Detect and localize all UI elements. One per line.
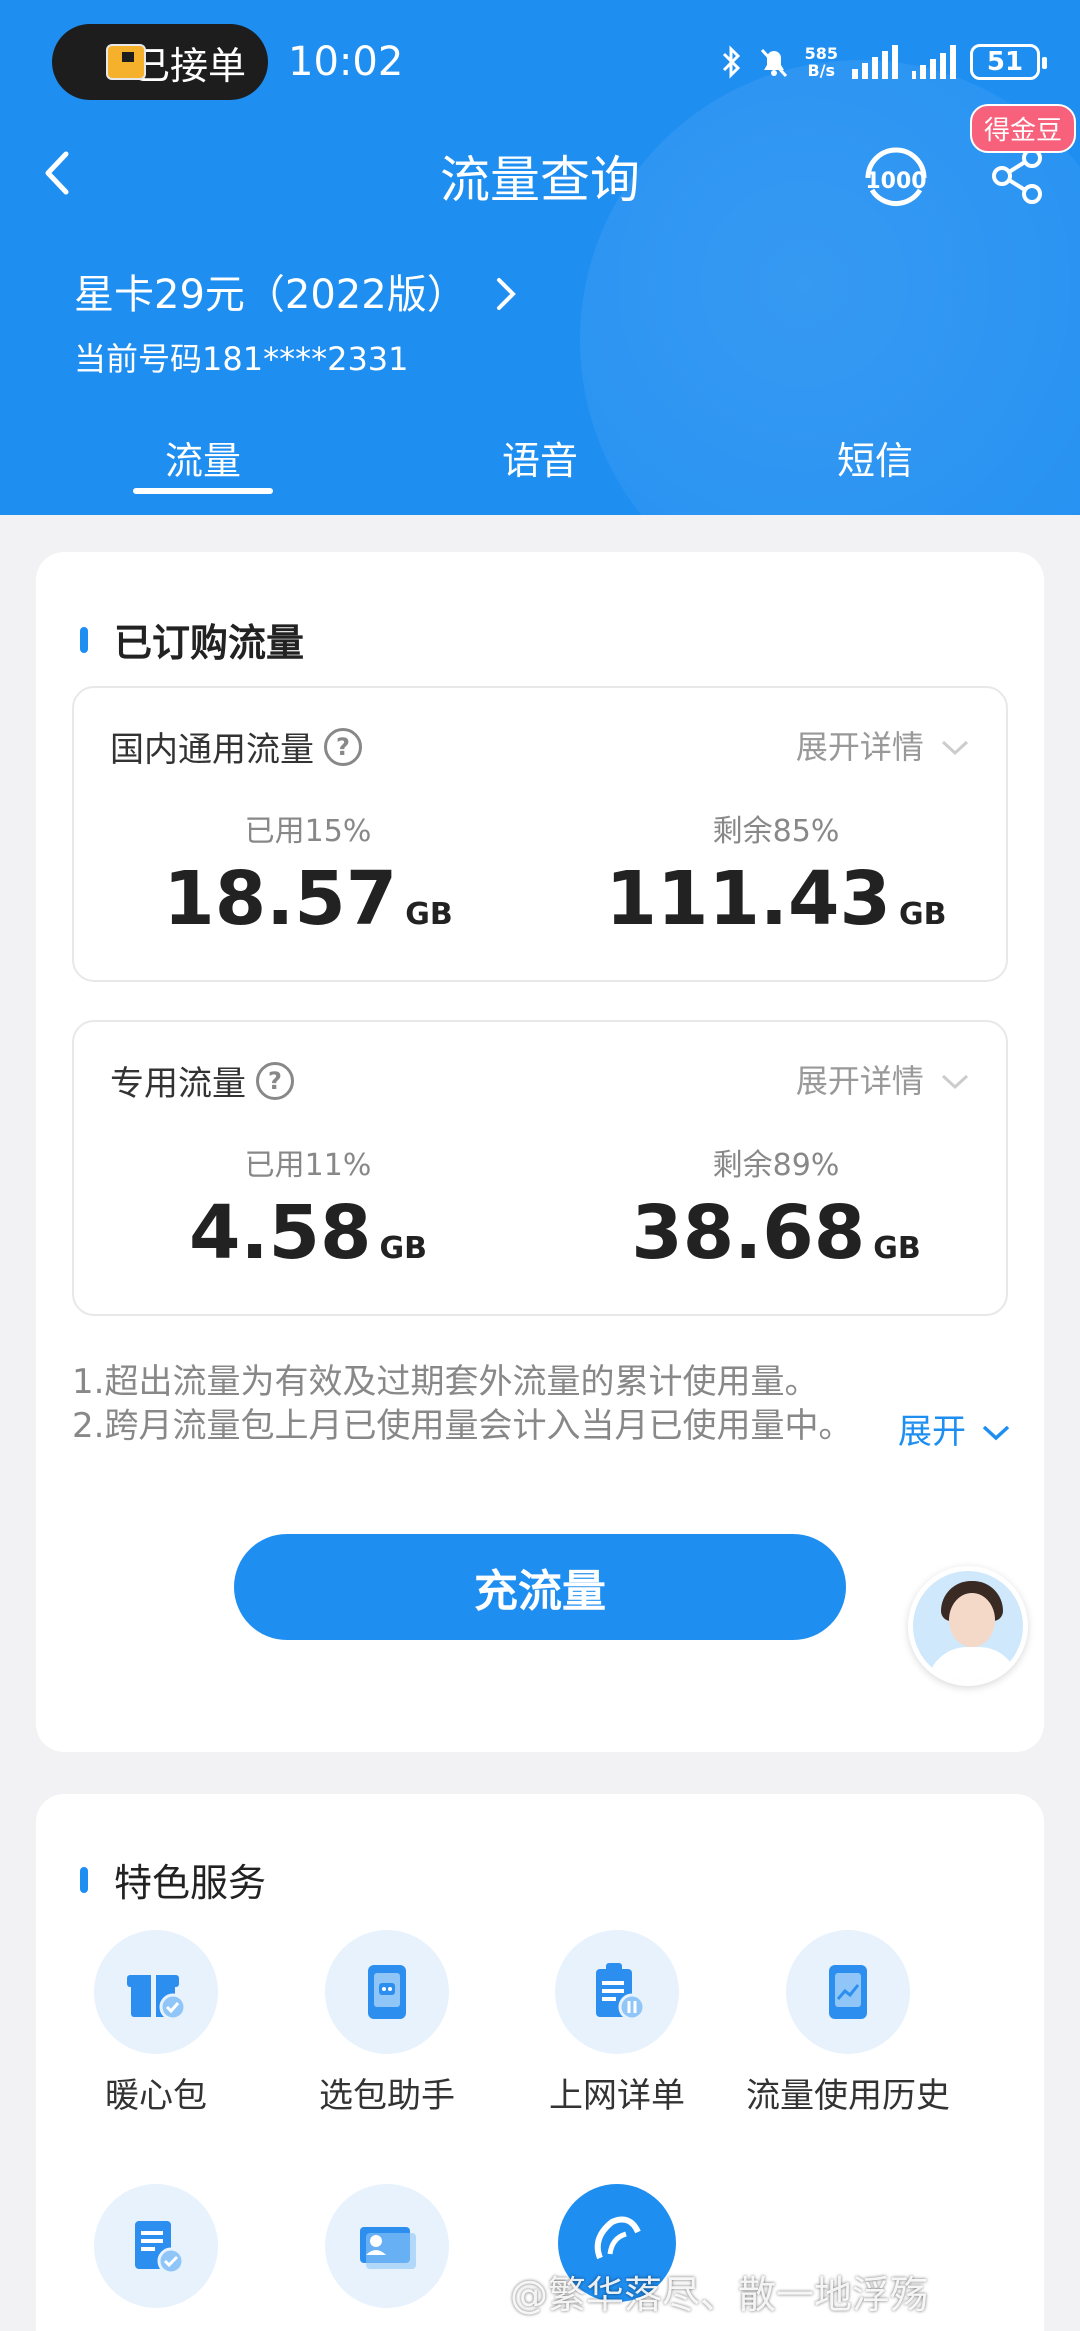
service-label: 流量使用历史 — [746, 2076, 950, 2116]
tab-data[interactable]: 流量 — [103, 430, 303, 485]
expand-details-label: 展开详情 — [795, 1062, 924, 1100]
notes-expand-link[interactable]: 展开 — [898, 1404, 1011, 1453]
used-value: 4.58 — [188, 1190, 372, 1276]
network-speed: 585 B/s — [805, 45, 838, 79]
expand-details-label: 展开详情 — [795, 728, 924, 766]
featured-services-card: 特色服务 暖心包 选包助手 上网详单 流量使用历史 — [36, 1794, 1044, 2331]
chevron-down-icon — [941, 740, 969, 756]
share-icon[interactable] — [988, 146, 1048, 206]
id-card-icon — [325, 2184, 449, 2308]
network-speed-value: 585 — [804, 44, 838, 63]
service-warm-package[interactable]: 暖心包 — [41, 1930, 271, 2117]
avatar-face — [949, 1593, 995, 1647]
domestic-data-title: 国内通用流量 ? — [110, 722, 362, 771]
domestic-used: 已用15% 18.57 GB — [74, 806, 542, 942]
usage-notes: 1.超出流量为有效及过期套外流量的累计使用量。 2.跨月流量包上月已使用量会计入… — [72, 1360, 852, 1448]
special-expand-details[interactable]: 展开详情 — [796, 1056, 970, 1102]
special-used: 已用11% 4.58 GB — [74, 1140, 542, 1276]
unit: GB — [405, 897, 453, 932]
plan-name: 星卡29元（2022版） — [74, 272, 467, 318]
chevron-right-icon — [497, 278, 517, 310]
network-speed-unit: B/s — [807, 61, 836, 80]
section-title: 已订购流量 — [80, 612, 304, 667]
system-icons: 585 B/s 51 — [721, 44, 1047, 80]
current-phone-number: 当前号码181****2331 — [74, 340, 409, 378]
header: 已接单 10:02 585 B/s 51 流量查询 1000 得金豆 星卡29元… — [0, 0, 1080, 515]
note-line: 1.超出流量为有效及过期套外流量的累计使用量。 — [72, 1362, 819, 1402]
remaining-value: 111.43 — [605, 856, 892, 942]
domestic-expand-details[interactable]: 展开详情 — [796, 722, 970, 768]
signal-icon-2 — [912, 45, 956, 79]
unit: GB — [899, 897, 947, 932]
used-amount: 18.57 GB — [74, 856, 542, 942]
chevron-down-icon — [941, 1074, 969, 1090]
customer-service-10000-icon[interactable]: 1000 — [858, 140, 934, 216]
service-row2-item2[interactable] — [272, 2184, 502, 2308]
section-title-text: 已订购流量 — [114, 621, 305, 665]
used-label: 已用11% — [244, 1148, 372, 1183]
service-label: 选包助手 — [319, 2076, 455, 2116]
gift-icon — [94, 1930, 218, 2054]
clock: 10:02 — [288, 39, 404, 85]
remaining-amount: 38.68 GB — [542, 1190, 1010, 1276]
expand-link-label: 展开 — [898, 1412, 966, 1452]
help-icon[interactable]: ? — [324, 727, 362, 766]
document-check-icon — [94, 2184, 218, 2308]
used-label: 已用15% — [244, 814, 372, 849]
special-data-title-text: 专用流量 — [110, 1064, 246, 1104]
section-accent-bar — [80, 626, 88, 653]
signal-icon-1 — [852, 45, 898, 79]
unit: GB — [873, 1231, 921, 1266]
battery-level: 51 — [986, 47, 1024, 77]
chevron-down-icon — [982, 1425, 1009, 1441]
section-accent-bar — [80, 1866, 88, 1893]
robot-phone-icon — [325, 1930, 449, 2054]
status-bar: 已接单 10:02 585 B/s 51 — [52, 22, 1047, 102]
order-status-pill[interactable]: 已接单 — [52, 24, 269, 100]
watermark: @繁华落尽、散一地浮殇 — [510, 2273, 929, 2317]
virtual-assistant-avatar[interactable] — [908, 1566, 1028, 1686]
recharge-data-button[interactable]: 充流量 — [234, 1534, 846, 1640]
unit: GB — [379, 1231, 428, 1266]
remaining-value: 38.68 — [631, 1190, 866, 1276]
battery-icon: 51 — [970, 44, 1047, 80]
service-label: 暖心包 — [105, 2076, 207, 2116]
service-internet-details[interactable]: 上网详单 — [502, 1930, 732, 2117]
note-line: 2.跨月流量包上月已使用量会计入当月已使用量中。 — [72, 1406, 853, 1446]
remaining-label: 剩余85% — [712, 814, 840, 849]
phone-chart-icon — [786, 1930, 910, 2054]
section-title-text: 特色服务 — [114, 1861, 267, 1905]
nav-bar: 流量查询 1000 — [0, 120, 1080, 230]
special-data-title: 专用流量 ? — [110, 1056, 294, 1105]
tab-indicator — [133, 488, 273, 494]
used-amount: 4.58 GB — [74, 1190, 542, 1276]
domestic-data-title-text: 国内通用流量 — [110, 730, 314, 770]
domestic-data-box: 国内通用流量 ? 展开详情 已用15% 18.57 GB 剩余85% 111.43… — [72, 686, 1008, 982]
tab-bar: 流量 语音 短信 — [0, 420, 1080, 515]
service-plan-assistant[interactable]: 选包助手 — [272, 1930, 502, 2117]
avatar-body — [927, 1647, 1019, 1681]
clipboard-icon — [555, 1930, 679, 2054]
remaining-label: 剩余89% — [712, 1148, 840, 1183]
domestic-remaining: 剩余85% 111.43 GB — [542, 806, 1010, 942]
special-data-box: 专用流量 ? 展开详情 已用11% 4.58 GB 剩余89% 38.68 GB — [72, 1020, 1008, 1316]
order-status-label: 已接单 — [132, 43, 247, 88]
special-remaining: 剩余89% 38.68 GB — [542, 1140, 1010, 1276]
used-value: 18.57 — [163, 856, 398, 942]
service-label: 上网详单 — [549, 2076, 685, 2116]
plan-name-link[interactable]: 星卡29元（2022版） — [74, 262, 519, 320]
bluetooth-icon — [722, 45, 740, 79]
tab-sms[interactable]: 短信 — [775, 430, 975, 485]
tab-voice[interactable]: 语音 — [440, 430, 640, 485]
gold-bean-badge[interactable]: 得金豆 — [970, 104, 1077, 153]
help-icon[interactable]: ? — [256, 1061, 294, 1100]
package-icon — [106, 44, 146, 80]
remaining-amount: 111.43 GB — [542, 856, 1010, 942]
service-row2-item1[interactable] — [41, 2184, 271, 2308]
service-usage-history[interactable]: 流量使用历史 — [733, 1930, 963, 2117]
mute-bell-icon — [760, 48, 787, 78]
section-title: 特色服务 — [80, 1852, 266, 1907]
